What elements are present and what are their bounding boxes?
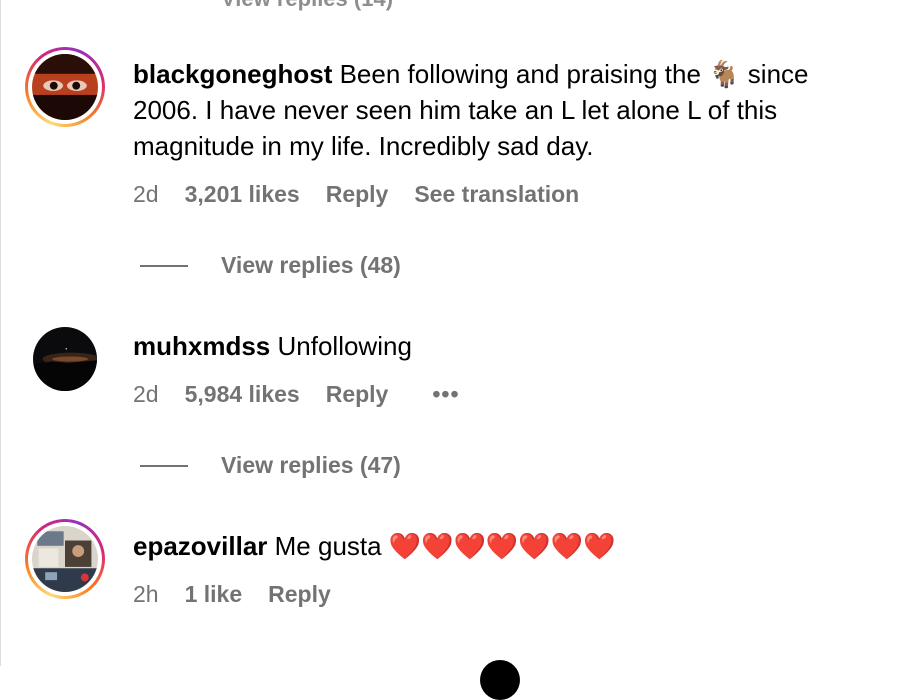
likes-count[interactable]: 1 like bbox=[185, 581, 243, 608]
reply-button[interactable]: Reply bbox=[268, 581, 331, 608]
comment-meta: 2d 5,984 likes Reply ••• bbox=[133, 381, 460, 408]
comment-body: Unfollowing bbox=[277, 331, 412, 361]
comment-meta: 2h 1 like Reply bbox=[133, 581, 357, 608]
masked-face-icon bbox=[32, 54, 98, 120]
likes-count[interactable]: 3,201 likes bbox=[185, 181, 300, 208]
left-border bbox=[0, 0, 1, 666]
view-replies-label: View replies (48) bbox=[221, 252, 401, 278]
avatar[interactable] bbox=[33, 327, 97, 391]
avatar[interactable] bbox=[25, 47, 105, 127]
comment-meta: 2d 3,201 likes Reply See translation bbox=[133, 181, 579, 208]
divider-line bbox=[140, 264, 188, 267]
collage-photo-icon bbox=[32, 526, 98, 592]
scroll-indicator bbox=[480, 660, 520, 700]
view-replies-button[interactable]: View replies (47) bbox=[140, 452, 401, 479]
goat-emoji-icon: 🐐 bbox=[708, 59, 741, 89]
view-replies-label: View replies (47) bbox=[221, 452, 401, 478]
comment-text: muhxmdss Unfollowing bbox=[133, 328, 878, 364]
comment-body: Me gusta ❤️❤️❤️❤️❤️❤️❤️ bbox=[274, 531, 616, 561]
timestamp[interactable]: 2h bbox=[133, 581, 159, 608]
username[interactable]: epazovillar bbox=[133, 531, 267, 561]
timestamp[interactable]: 2d bbox=[133, 381, 159, 408]
divider-line bbox=[140, 464, 188, 467]
timestamp[interactable]: 2d bbox=[133, 181, 159, 208]
view-replies-previous[interactable]: View replies (14) bbox=[221, 0, 393, 12]
likes-count[interactable]: 5,984 likes bbox=[185, 381, 300, 408]
username[interactable]: blackgoneghost bbox=[133, 59, 332, 89]
more-options-icon[interactable]: ••• bbox=[432, 381, 459, 408]
reply-button[interactable]: Reply bbox=[326, 181, 389, 208]
comment-text: blackgoneghost Been following and praisi… bbox=[133, 56, 878, 164]
view-replies-button[interactable]: View replies (48) bbox=[140, 252, 401, 279]
avatar[interactable] bbox=[25, 519, 105, 599]
see-translation-button[interactable]: See translation bbox=[414, 181, 579, 208]
reply-button[interactable]: Reply bbox=[326, 381, 389, 408]
username[interactable]: muhxmdss bbox=[133, 331, 270, 361]
night-sky-icon bbox=[33, 327, 97, 391]
comment-text: epazovillar Me gusta ❤️❤️❤️❤️❤️❤️❤️ bbox=[133, 528, 878, 564]
